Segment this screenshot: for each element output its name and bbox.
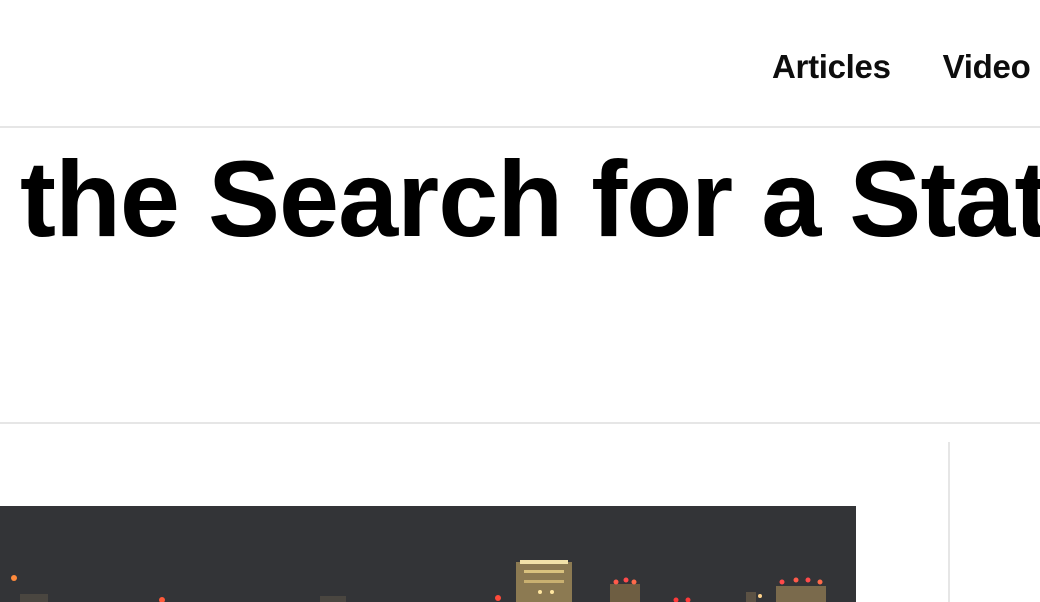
main-nav: Articles Video (772, 48, 1031, 86)
city-skyline-night-photo (0, 506, 856, 602)
hero-image (0, 506, 856, 602)
title-band: the Search for a Statu (0, 128, 1040, 424)
page: Articles Video the Search for a Statu (0, 0, 1040, 602)
sidebar-divider (948, 442, 950, 602)
nav-link-articles[interactable]: Articles (772, 48, 891, 86)
article-headline: the Search for a Statu (20, 138, 1040, 259)
site-header: Articles Video (0, 0, 1040, 128)
nav-link-video[interactable]: Video (943, 48, 1031, 86)
article-content (0, 424, 1040, 602)
